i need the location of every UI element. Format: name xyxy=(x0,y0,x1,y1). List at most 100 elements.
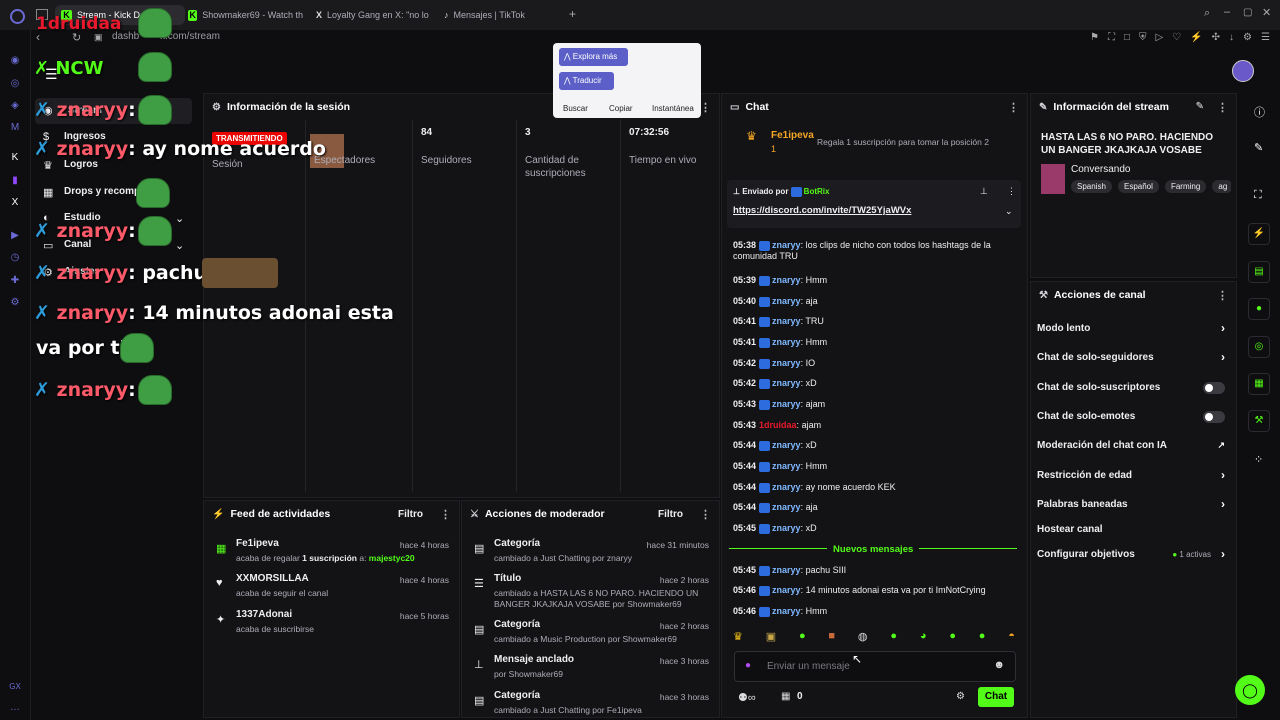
stream-info-menu-icon[interactable]: ⋮ xyxy=(1217,101,1228,114)
message-username[interactable]: 1druidaa xyxy=(759,420,797,430)
toggle-switch[interactable] xyxy=(1203,382,1225,394)
chevron-down-icon[interactable]: ⌄ xyxy=(1005,206,1013,217)
support-icon[interactable]: ◯ xyxy=(1235,675,1265,705)
puzzle-icon[interactable]: ✣ xyxy=(1212,32,1220,43)
channel-action-8[interactable]: Configurar objetivos › ● 1 activas xyxy=(1037,547,1227,565)
info-icon[interactable]: ⓘ xyxy=(1254,104,1265,120)
x-sidebar-icon[interactable]: X xyxy=(9,197,21,209)
twitch-icon[interactable]: ▮ xyxy=(9,175,21,187)
new-tab-icon[interactable]: + xyxy=(569,7,576,21)
message-username[interactable]: znaryy xyxy=(772,440,801,450)
extensions-sidebar-icon[interactable]: ✚ xyxy=(9,275,21,287)
reload-icon[interactable]: ↻ xyxy=(72,31,81,44)
emote-icon[interactable]: ● xyxy=(979,630,986,648)
doc-icon[interactable]: ▤ xyxy=(1248,261,1270,283)
lightning-icon[interactable]: ⚡ xyxy=(1248,223,1270,245)
message-username[interactable]: znaryy xyxy=(772,358,801,368)
chat-input[interactable]: ● Enviar un mensaje ☻ xyxy=(734,651,1016,682)
player-icon[interactable]: ▶ xyxy=(9,230,21,242)
maximize-icon[interactable]: ▢ xyxy=(1243,7,1252,18)
message-username[interactable]: znaryy xyxy=(772,482,801,492)
message-username[interactable]: znaryy xyxy=(772,316,801,326)
tab-showmaker[interactable]: K Showmaker69 - Watch th xyxy=(188,5,303,25)
session-menu-icon[interactable]: ⋮ xyxy=(700,101,711,114)
opera-gx-icon[interactable] xyxy=(10,9,25,24)
feed-menu-icon[interactable]: ⋮ xyxy=(440,508,451,521)
gift-prompt[interactable]: Regala 1 suscripción para tomar la posic… xyxy=(817,137,989,147)
copy-action[interactable]: Copiar xyxy=(609,104,633,113)
unpin-icon[interactable]: ⊥ xyxy=(980,186,988,197)
translate-button[interactable]: ⋀ Traducir xyxy=(559,72,614,90)
nav-item-stream[interactable]: ◉ Stream xyxy=(35,98,192,124)
url-suffix[interactable]: k.com/stream xyxy=(160,31,220,42)
message-icon[interactable]: ● xyxy=(1248,298,1270,320)
tool-icon[interactable]: ⚒ xyxy=(1248,410,1270,432)
emote-icon[interactable]: ■ xyxy=(828,630,835,648)
history-icon[interactable]: ◷ xyxy=(9,252,21,264)
play-icon[interactable]: ▷ xyxy=(1156,32,1164,43)
pinned-menu-icon[interactable]: ⋮ xyxy=(1007,186,1016,197)
emote-icon[interactable]: ▣ xyxy=(766,630,776,648)
mic-icon[interactable]: ● xyxy=(745,660,751,671)
tag[interactable]: Farming xyxy=(1164,180,1207,193)
channel-action-5[interactable]: Restricción de edad › xyxy=(1037,468,1227,486)
bookmark-icon[interactable]: ⚑ xyxy=(1090,32,1099,43)
apps-icon[interactable]: ⁘ xyxy=(1254,453,1263,466)
search-action[interactable]: Buscar xyxy=(563,104,588,113)
message-username[interactable]: znaryy xyxy=(772,461,801,471)
close-icon[interactable]: ✕ xyxy=(1262,6,1271,19)
signal-icon[interactable]: ◎ xyxy=(1248,336,1270,358)
search-icon[interactable]: ⌕ xyxy=(1204,7,1210,20)
emoji-icon[interactable]: ☻ xyxy=(993,659,1005,671)
heart-icon[interactable]: ♡ xyxy=(1172,32,1181,43)
speed-dial-icon[interactable]: ◉ xyxy=(9,55,21,67)
tab-stream-kick[interactable]: K Stream - Kick Dash xyxy=(55,5,185,25)
feed-filter-button[interactable]: Filtro xyxy=(398,509,423,520)
menu-icon[interactable]: ☰ xyxy=(1261,32,1270,43)
top-gifter-name[interactable]: Fe1ipeva xyxy=(771,130,814,141)
settings-sidebar-icon[interactable]: ⚙ xyxy=(9,297,21,309)
snapshot-action[interactable]: Instantánea xyxy=(652,104,694,113)
points-icon[interactable]: ⚉∞ xyxy=(738,691,756,704)
category-name[interactable]: Conversando xyxy=(1071,164,1130,175)
message-username[interactable]: znaryy xyxy=(772,296,801,306)
kick-sidebar-icon[interactable]: K xyxy=(9,152,21,164)
explore-button[interactable]: ⋀ Explora más xyxy=(559,48,628,66)
messenger-icon[interactable]: M xyxy=(9,122,21,134)
channel-action-6[interactable]: Palabras baneadas › xyxy=(1037,497,1227,515)
ext-icon[interactable]: ⚡ xyxy=(1190,32,1202,43)
tab-x-loyalty[interactable]: X Loyalty Gang en X: "no lo xyxy=(316,5,431,25)
tag[interactable]: Español xyxy=(1117,180,1159,193)
channel-action-0[interactable]: Modo lento › xyxy=(1037,321,1227,339)
download-icon[interactable]: ↓ xyxy=(1229,32,1234,43)
back-icon[interactable]: ‹ xyxy=(36,30,40,44)
avatar[interactable] xyxy=(1232,60,1254,82)
url-prefix[interactable]: dashb xyxy=(112,31,139,42)
message-username[interactable]: znaryy xyxy=(772,275,801,285)
message-username[interactable]: znaryy xyxy=(772,502,801,512)
emote-icon[interactable]: ◓ xyxy=(1008,630,1015,648)
chat-settings-icon[interactable]: ⚙ xyxy=(956,691,965,702)
pencil-icon[interactable]: ✎ xyxy=(1254,141,1263,154)
channel-action-1[interactable]: Chat de solo-seguidores › xyxy=(1037,350,1227,368)
crop-icon[interactable]: ⛶ xyxy=(1108,32,1115,43)
emote-icon[interactable]: ● xyxy=(799,630,806,648)
screenshot-icon[interactable]: □ xyxy=(1124,32,1130,43)
shield-icon[interactable]: ⛨ xyxy=(1139,32,1147,43)
send-chat-button[interactable]: Chat xyxy=(978,687,1014,707)
minimize-icon[interactable]: – xyxy=(1224,6,1230,18)
message-username[interactable]: znaryy xyxy=(772,523,801,533)
message-username[interactable]: znaryy xyxy=(772,585,801,595)
tag[interactable]: ag xyxy=(1212,180,1231,193)
message-username[interactable]: znaryy xyxy=(772,337,801,347)
message-username[interactable]: znaryy xyxy=(772,378,801,388)
toggle-switch[interactable] xyxy=(1203,411,1225,423)
emote-icon[interactable]: ● xyxy=(949,630,956,648)
tag[interactable]: Spanish xyxy=(1071,180,1112,193)
message-username[interactable]: znaryy xyxy=(772,240,801,250)
emote-icon[interactable]: ◕ xyxy=(920,630,927,648)
tab-workspace-icon[interactable] xyxy=(36,9,48,20)
message-username[interactable]: znaryy xyxy=(772,606,801,616)
emote-icon[interactable]: ♛ xyxy=(733,630,743,648)
fullscreen-icon[interactable]: ⛶ xyxy=(1254,189,1262,202)
